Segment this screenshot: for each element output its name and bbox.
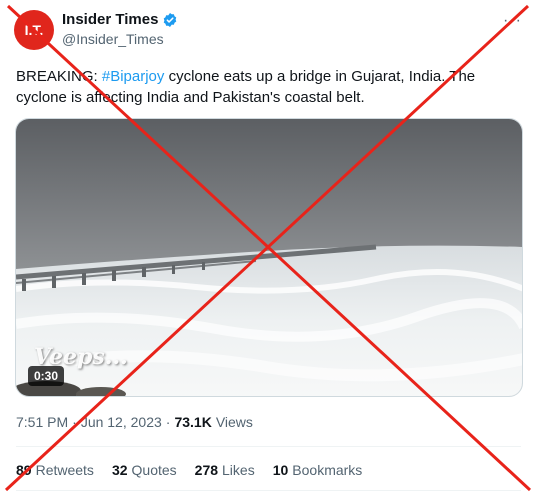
meta-separator: · — [72, 414, 77, 430]
more-options-icon[interactable]: ··· — [503, 12, 522, 30]
retweets-count: 89 — [16, 462, 32, 478]
likes-count: 278 — [194, 462, 219, 478]
video-duration: 0:30 — [28, 366, 65, 386]
retweets-stat[interactable]: 89 Retweets — [16, 462, 94, 478]
author-block: Insider Times @Insider_Times — [62, 11, 178, 47]
views-count: 73.1K — [174, 414, 212, 430]
display-name[interactable]: Insider Times — [62, 11, 158, 28]
likes-stat[interactable]: 278 Likes — [195, 462, 255, 478]
video-player[interactable]: Veeps... 0:30 — [15, 118, 523, 397]
name-row: Insider Times — [62, 11, 178, 28]
tweet-card: I.T. Insider Times @Insider_Times ··· BR… — [0, 0, 536, 495]
tweet-date[interactable]: Jun 12, 2023 — [81, 414, 162, 430]
engagement-stats: 89 Retweets 32 Quotes 278 Likes 10 Bookm… — [16, 462, 362, 478]
likes-label: Likes — [222, 462, 255, 478]
quotes-label: Quotes — [131, 462, 177, 478]
quotes-stat[interactable]: 32 Quotes — [112, 462, 177, 478]
bookmarks-count: 10 — [272, 462, 289, 478]
tweet-time[interactable]: 7:51 PM — [16, 414, 68, 430]
tweet-meta: 7:51 PM · Jun 12, 2023 · 73.1K Views — [16, 414, 253, 430]
quotes-count: 32 — [111, 462, 128, 478]
verified-badge-icon — [162, 12, 178, 28]
tweet-text-prefix: BREAKING: — [16, 68, 102, 85]
bookmarks-stat[interactable]: 10 Bookmarks — [273, 462, 363, 478]
avatar[interactable]: I.T. — [14, 10, 54, 50]
divider-bottom — [16, 490, 521, 491]
divider — [16, 446, 521, 447]
views-label: Views — [215, 414, 253, 430]
retweets-label: Retweets — [35, 462, 94, 478]
meta-separator-2: · — [165, 414, 171, 430]
hashtag-link[interactable]: #Biparjoy — [102, 68, 165, 85]
tweet-text: BREAKING: #Biparjoy cyclone eats up a br… — [16, 66, 521, 108]
handle[interactable]: @Insider_Times — [62, 31, 178, 47]
bookmarks-label: Bookmarks — [292, 462, 363, 478]
